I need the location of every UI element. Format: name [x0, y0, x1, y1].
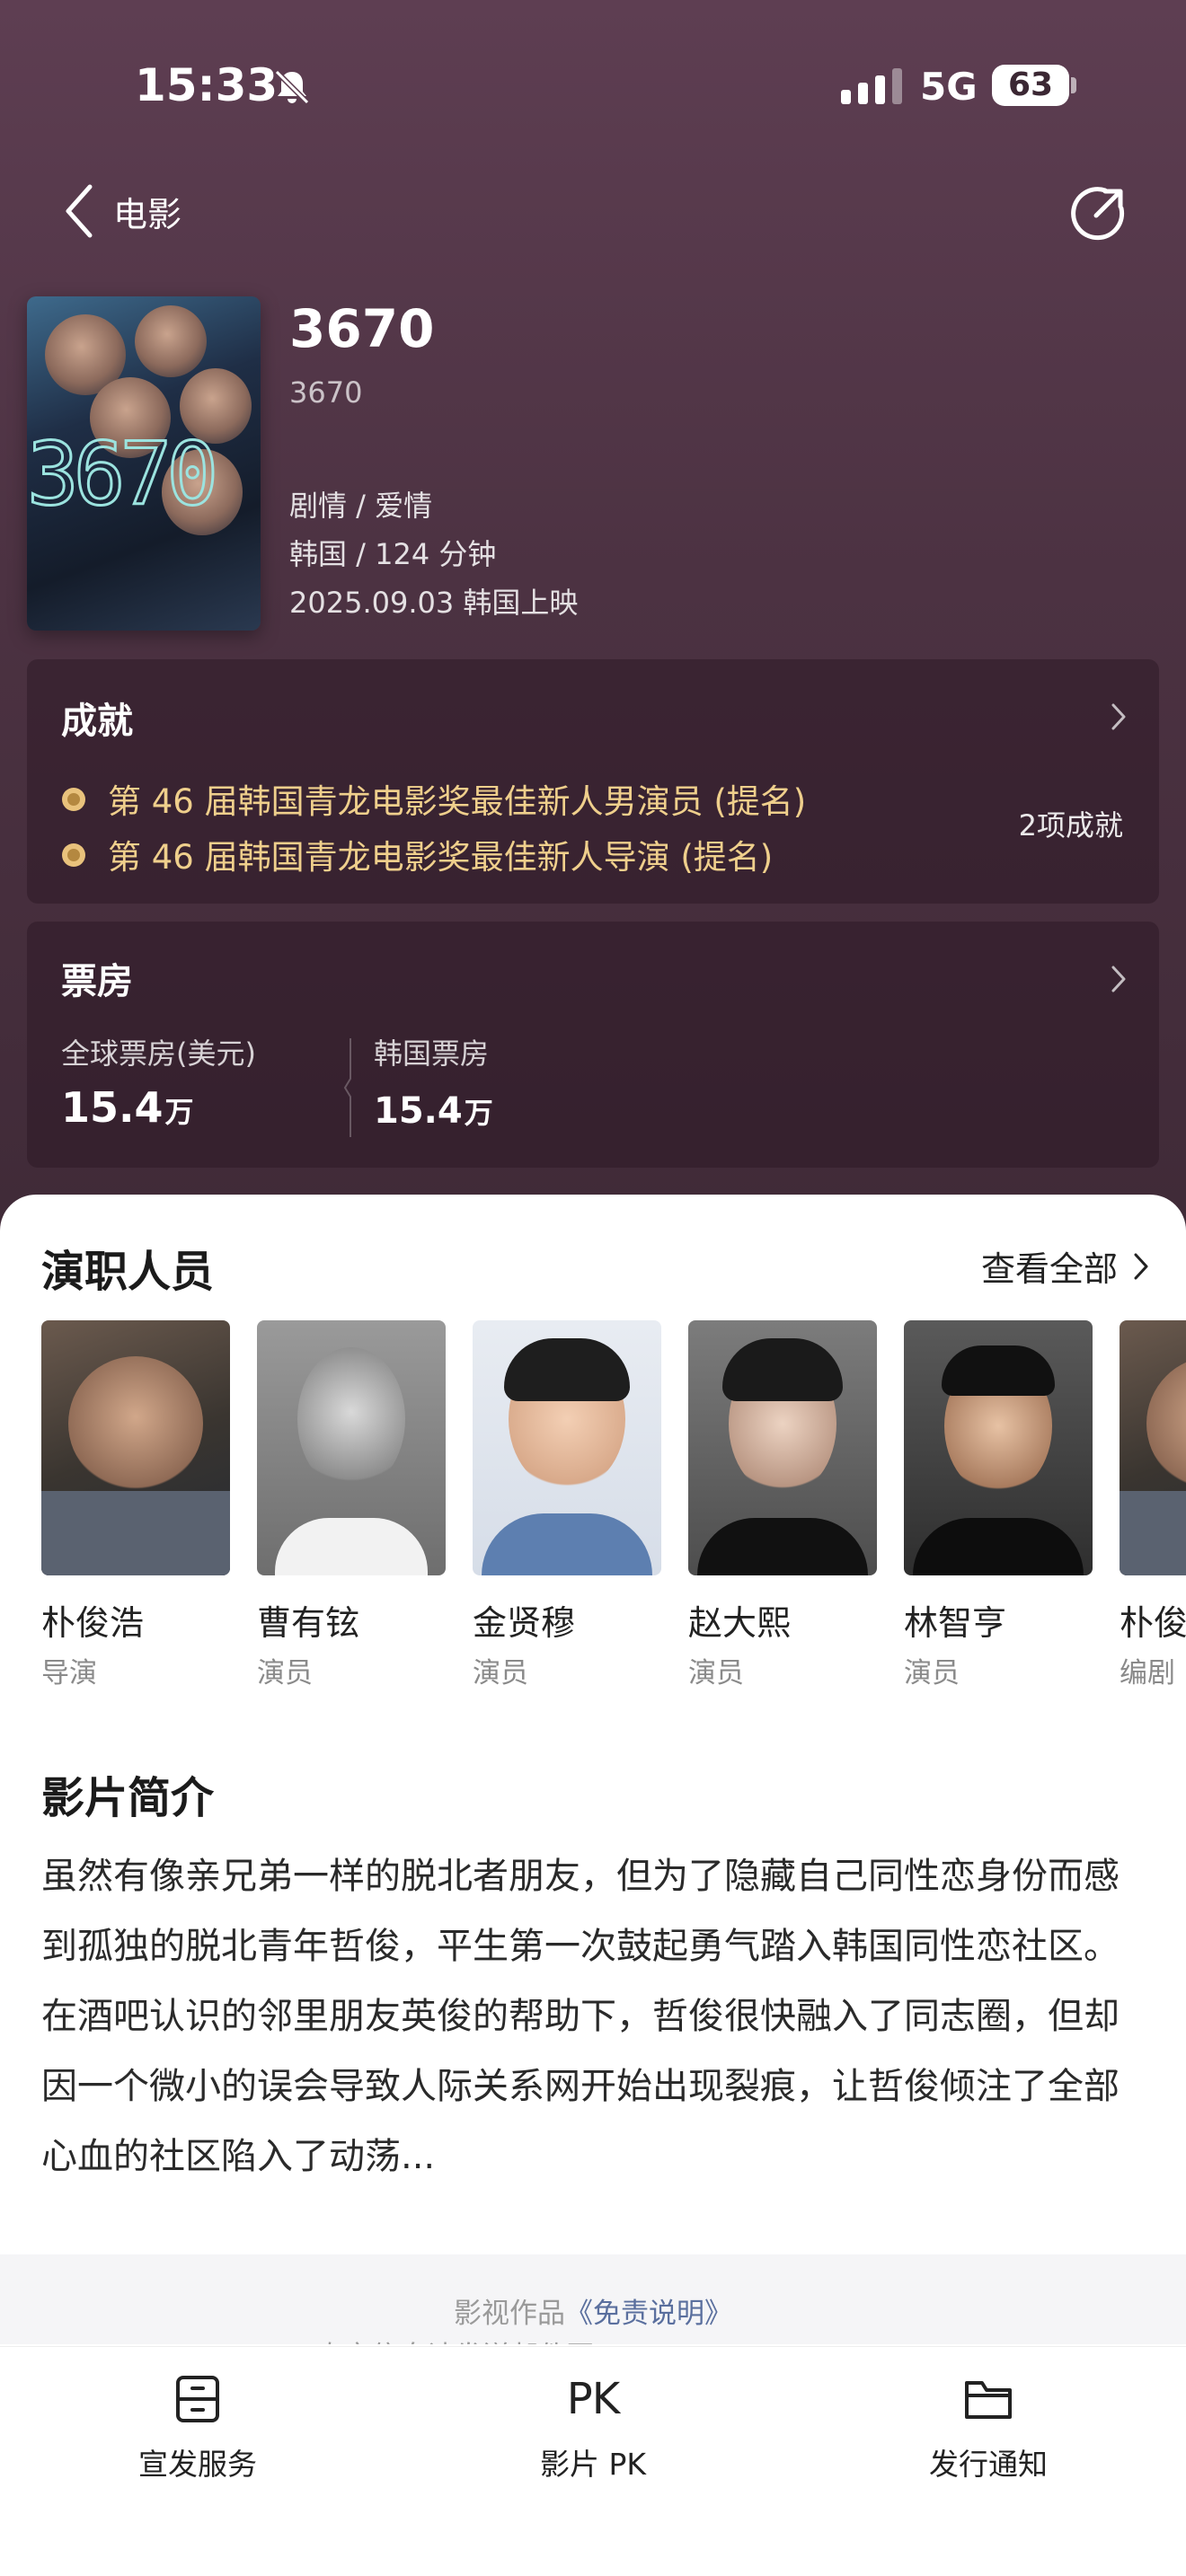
- bottom-tab-bar: 宣发服务 PK 影片 PK 发行通知: [0, 2346, 1186, 2576]
- tab-label: 宣发服务: [138, 2447, 257, 2482]
- pk-icon: PK: [566, 2374, 620, 2424]
- cast-name: 朴俊: [1120, 1603, 1186, 1643]
- cast-member[interactable]: 朴俊浩 导演: [41, 1320, 230, 1690]
- chevron-left-icon: [66, 184, 93, 238]
- tab-label: 发行通知: [929, 2447, 1048, 2482]
- back-label: 电影: [113, 194, 182, 234]
- box-office-title: 票房: [61, 961, 133, 1002]
- medal-icon: [62, 788, 85, 811]
- battery-tip: [1071, 77, 1076, 93]
- cast-name: 林智亨: [904, 1603, 1007, 1643]
- view-all-cast-button[interactable]: 查看全部: [981, 1241, 1150, 1291]
- box-office-card[interactable]: 票房 全球票房(美元) 15.4万 韩国票房 15.4万: [27, 922, 1159, 1168]
- chevron-right-icon: [1134, 1253, 1148, 1279]
- achievement-item: 第 46 届韩国青龙电影奖最佳新人男演员 (提名): [59, 774, 806, 823]
- cast-photo: [688, 1320, 877, 1575]
- drawer-icon: [176, 2376, 219, 2422]
- global-box-office-value: 15.4万: [61, 1083, 194, 1132]
- cast-photo: [41, 1320, 230, 1575]
- chevron-right-icon: [1111, 966, 1126, 992]
- korea-box-office-value: 15.4万: [374, 1090, 493, 1132]
- disclaimer-line: 影视作品《免责说明》: [454, 2298, 732, 2330]
- synopsis-title: 影片简介: [41, 1773, 215, 1823]
- achievements-card[interactable]: 成就 第 46 届韩国青龙电影奖最佳新人男演员 (提名) 第 46 届韩国青龙电…: [27, 659, 1159, 904]
- poster-title-text: 3670: [27, 424, 220, 525]
- achievement-text: 第 46 届韩国青龙电影奖最佳新人导演 (提名): [108, 838, 774, 877]
- view-all-label: 查看全部: [981, 1249, 1119, 1289]
- global-box-office-label: 全球票房(美元): [61, 1037, 256, 1071]
- cast-role: 演员: [904, 1657, 960, 1689]
- share-icon[interactable]: [1069, 183, 1128, 243]
- cast-section-title: 演职人员: [41, 1247, 215, 1297]
- korea-box-office-label: 韩国票房: [374, 1037, 490, 1071]
- cast-list[interactable]: 朴俊浩 导演 曹有铉 演员 金贤穆 演员 赵大熙 演员 林智亨 演员 朴俊 编剧: [41, 1320, 1186, 1698]
- battery-level: 63: [992, 65, 1069, 106]
- movie-title: 3670: [289, 298, 435, 359]
- cast-member[interactable]: 曹有铉 演员: [257, 1320, 446, 1690]
- cast-role: 演员: [688, 1657, 744, 1689]
- tab-label: 影片 PK: [539, 2447, 647, 2482]
- cast-photo: [904, 1320, 1093, 1575]
- cast-role: 演员: [473, 1657, 528, 1689]
- status-time: 15:33: [135, 59, 279, 111]
- cast-name: 赵大熙: [688, 1603, 792, 1643]
- chevron-right-icon: [1111, 703, 1126, 730]
- cast-role: 导演: [41, 1657, 97, 1689]
- cast-photo: [257, 1320, 446, 1575]
- achievement-item: 第 46 届韩国青龙电影奖最佳新人导演 (提名): [59, 830, 773, 878]
- synopsis-text[interactable]: 虽然有像亲兄弟一样的脱北者朋友，但为了隐藏自己同性恋身份而感到孤独的脱北青年哲俊…: [41, 1841, 1146, 2192]
- tab-movie-pk[interactable]: PK 影片 PK: [458, 2374, 728, 2483]
- achievements-title: 成就: [61, 701, 133, 742]
- contact-email-line: *真实信息请发送邮件至 zilian@maoyan.com: [0, 2333, 1186, 2344]
- divider: [343, 1038, 351, 1137]
- tab-promotion-service[interactable]: 宣发服务: [63, 2374, 332, 2483]
- movie-poster[interactable]: 3670: [27, 296, 261, 631]
- cast-member[interactable]: 赵大熙 演员: [688, 1320, 877, 1690]
- cast-member[interactable]: 林智亨 演员: [904, 1320, 1093, 1690]
- disclaimer-footer: 影视作品《免责说明》 *真实信息请发送邮件至 zilian@maoyan.com: [0, 2254, 1186, 2344]
- movie-original-title: 3670: [289, 375, 363, 410]
- movie-release-date: 2025.09.03 韩国上映: [289, 586, 579, 620]
- disclaimer-link[interactable]: 《免责说明》: [565, 2298, 732, 2330]
- cast-name: 金贤穆: [473, 1603, 576, 1643]
- cast-name: 曹有铉: [257, 1603, 360, 1643]
- folder-icon: [965, 2381, 1012, 2419]
- signal-strength-icon: [841, 68, 902, 104]
- achievement-text: 第 46 届韩国青龙电影奖最佳新人男演员 (提名): [108, 782, 807, 821]
- cast-member[interactable]: 金贤穆 演员: [473, 1320, 661, 1690]
- cast-name: 朴俊浩: [41, 1603, 145, 1643]
- back-button[interactable]: 电影: [61, 180, 181, 243]
- cast-photo: [1120, 1320, 1186, 1575]
- bell-off-icon: [274, 69, 310, 105]
- network-type: 5G: [920, 65, 978, 109]
- movie-region-duration: 韩国 / 124 分钟: [289, 537, 497, 571]
- cast-role: 演员: [257, 1657, 313, 1689]
- cast-photo: [473, 1320, 661, 1575]
- cast-role: 编剧: [1120, 1657, 1175, 1689]
- cast-member[interactable]: 朴俊 编剧: [1120, 1320, 1186, 1690]
- medal-icon: [62, 843, 85, 867]
- tab-release-notice[interactable]: 发行通知: [854, 2374, 1123, 2483]
- achievement-count: 2项成就: [1018, 808, 1123, 842]
- movie-genre: 剧情 / 爱情: [289, 489, 433, 523]
